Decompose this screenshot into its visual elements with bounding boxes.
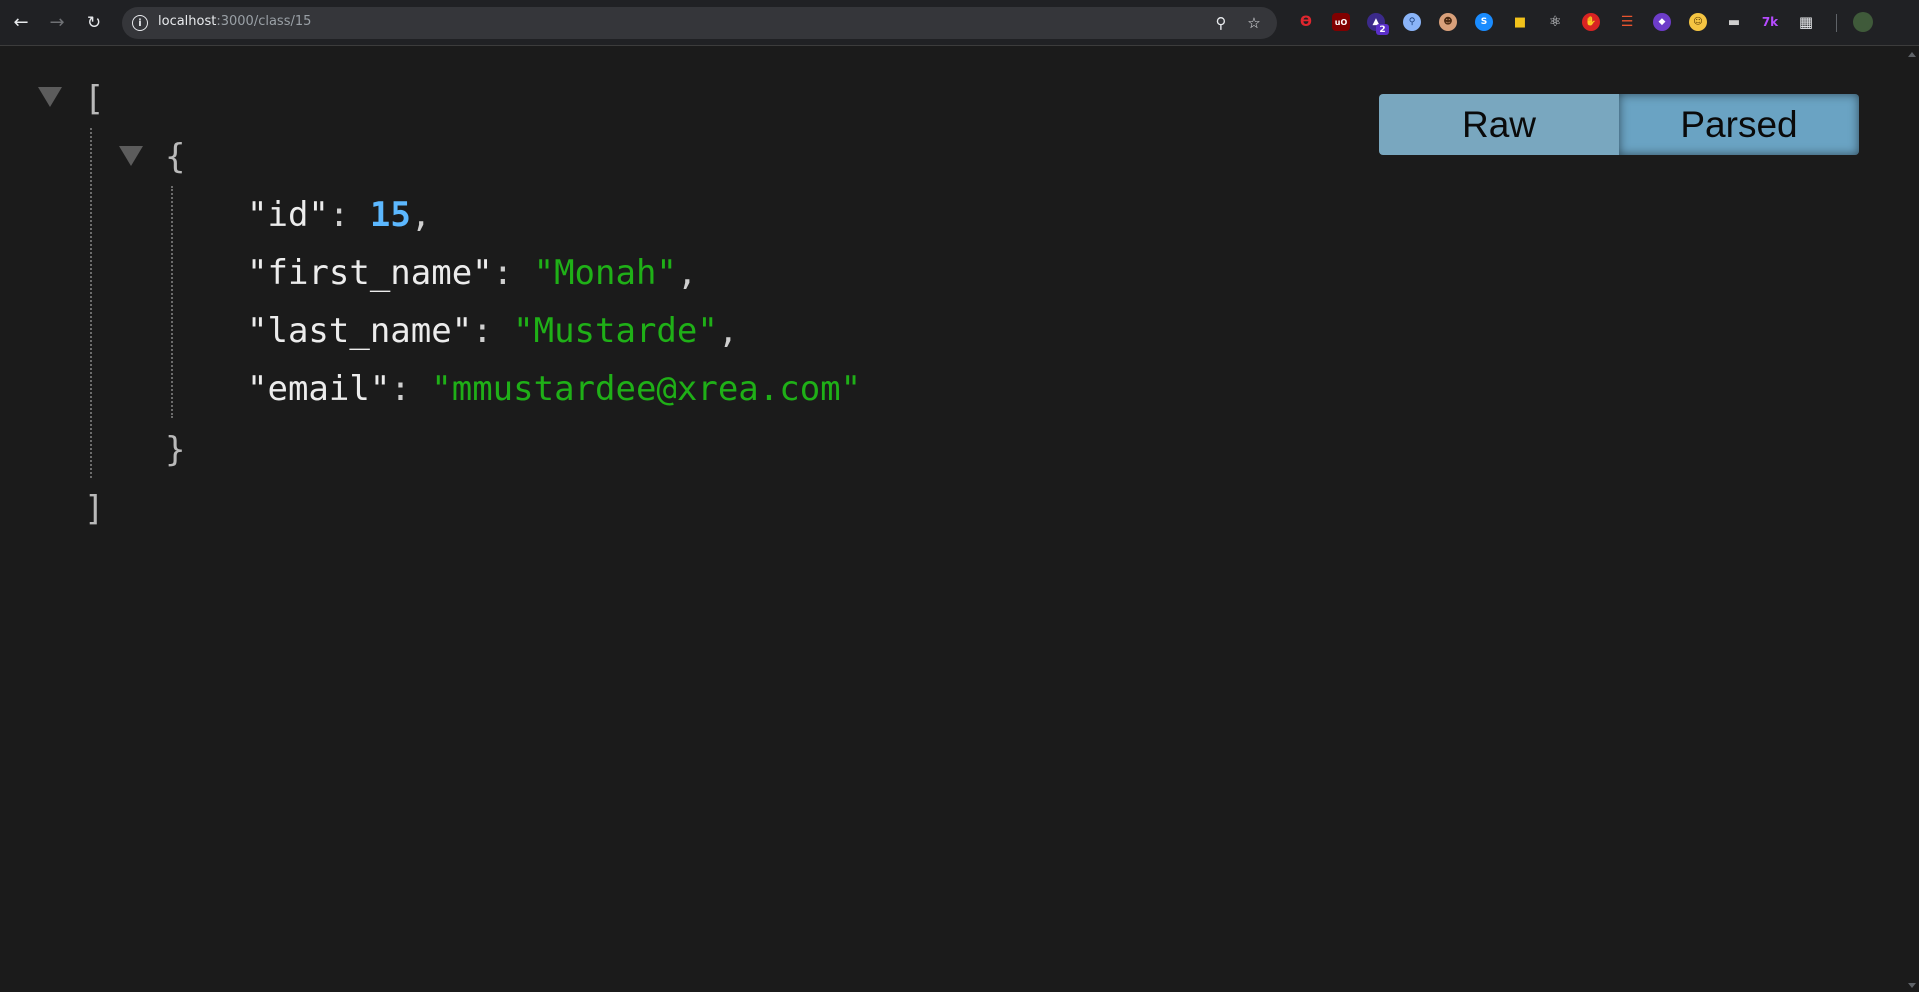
json-field-first-name: "first_name": "Monah", [247,244,697,302]
json-colon: : [472,311,514,351]
json-colon: : [492,253,534,293]
array-guide-line [90,128,92,478]
toolbar-divider [1836,14,1837,32]
json-colon: : [328,195,370,235]
url-path: :3000/class/15 [216,14,312,29]
url-host: localhost [158,14,217,29]
json-field-email: "email": "mmustardee@xrea.com" [247,360,861,418]
tailwind-icon[interactable]: 7k [1761,13,1779,31]
collapse-object-triangle-icon[interactable] [119,146,143,166]
array-close-bracket: ] [84,489,105,529]
stop-icon[interactable]: ✋ [1582,13,1600,31]
back-arrow-icon[interactable]: ← [9,11,33,35]
site-info-icon[interactable]: i [132,15,148,31]
parsed-button[interactable]: Parsed [1619,94,1859,155]
object-guide-line [171,186,173,418]
extension-badge: 2 [1376,24,1389,35]
bookmark-star-icon[interactable]: ☆ [1244,13,1264,33]
layers-icon[interactable]: ☰ [1618,13,1636,31]
array-open-bracket: [ [84,79,105,119]
shield-icon[interactable]: ◆ [1653,13,1671,31]
raw-button[interactable]: Raw [1379,94,1619,155]
json-string-value: "Monah" [533,253,677,293]
json-key: "email" [247,369,391,409]
reload-icon[interactable]: ↻ [82,11,106,35]
scroll-down-arrow-icon[interactable] [1908,983,1916,988]
hat-icon[interactable]: ▬ [1725,13,1743,31]
json-key: "last_name" [247,311,473,351]
object-close-brace: } [165,430,186,470]
ublock-icon[interactable]: uO [1332,13,1350,31]
puzzle-icon[interactable]: ▦ [1797,13,1815,31]
shazam-icon[interactable]: S [1475,13,1493,31]
json-key: "id" [247,195,329,235]
url-text[interactable]: localhost:3000/class/15 [158,14,311,29]
scroll-up-arrow-icon[interactable] [1908,52,1916,57]
json-field-last-name: "last_name": "Mustarde", [247,302,738,360]
json-comma: , [717,311,739,351]
json-string-value: "Mustarde" [513,311,718,351]
browser-toolbar: ← → ↻ i localhost:3000/class/15 ⚲ ☆ ϴ uO… [0,0,1919,46]
face-icon[interactable]: ☻ [1439,13,1457,31]
json-string-value: "mmustardee@xrea.com" [431,369,862,409]
json-number-value: 15 [369,195,411,235]
zoom-icon[interactable]: ⚲ [1211,13,1231,33]
page-scrollbar[interactable] [1904,46,1919,992]
emoji-icon[interactable]: ☺ [1689,13,1707,31]
lock-icon[interactable]: ■ [1511,13,1529,31]
search-ext-icon[interactable]: ⚲ [1403,13,1421,31]
json-key: "first_name" [247,253,493,293]
json-comma: , [410,195,432,235]
address-bar[interactable]: i localhost:3000/class/15 ⚲ ☆ [122,7,1277,39]
collapse-array-triangle-icon[interactable] [38,87,62,107]
object-open-brace: { [165,137,186,177]
json-comma: , [676,253,698,293]
octopus-icon[interactable]: ϴ [1297,13,1315,31]
profile-avatar[interactable] [1853,12,1873,32]
view-toggle: Raw Parsed [1379,94,1859,155]
react-icon[interactable]: ⚛ [1546,13,1564,31]
forward-arrow-icon[interactable]: → [45,11,69,35]
json-colon: : [390,369,432,409]
json-field-id: "id": 15, [247,186,431,244]
